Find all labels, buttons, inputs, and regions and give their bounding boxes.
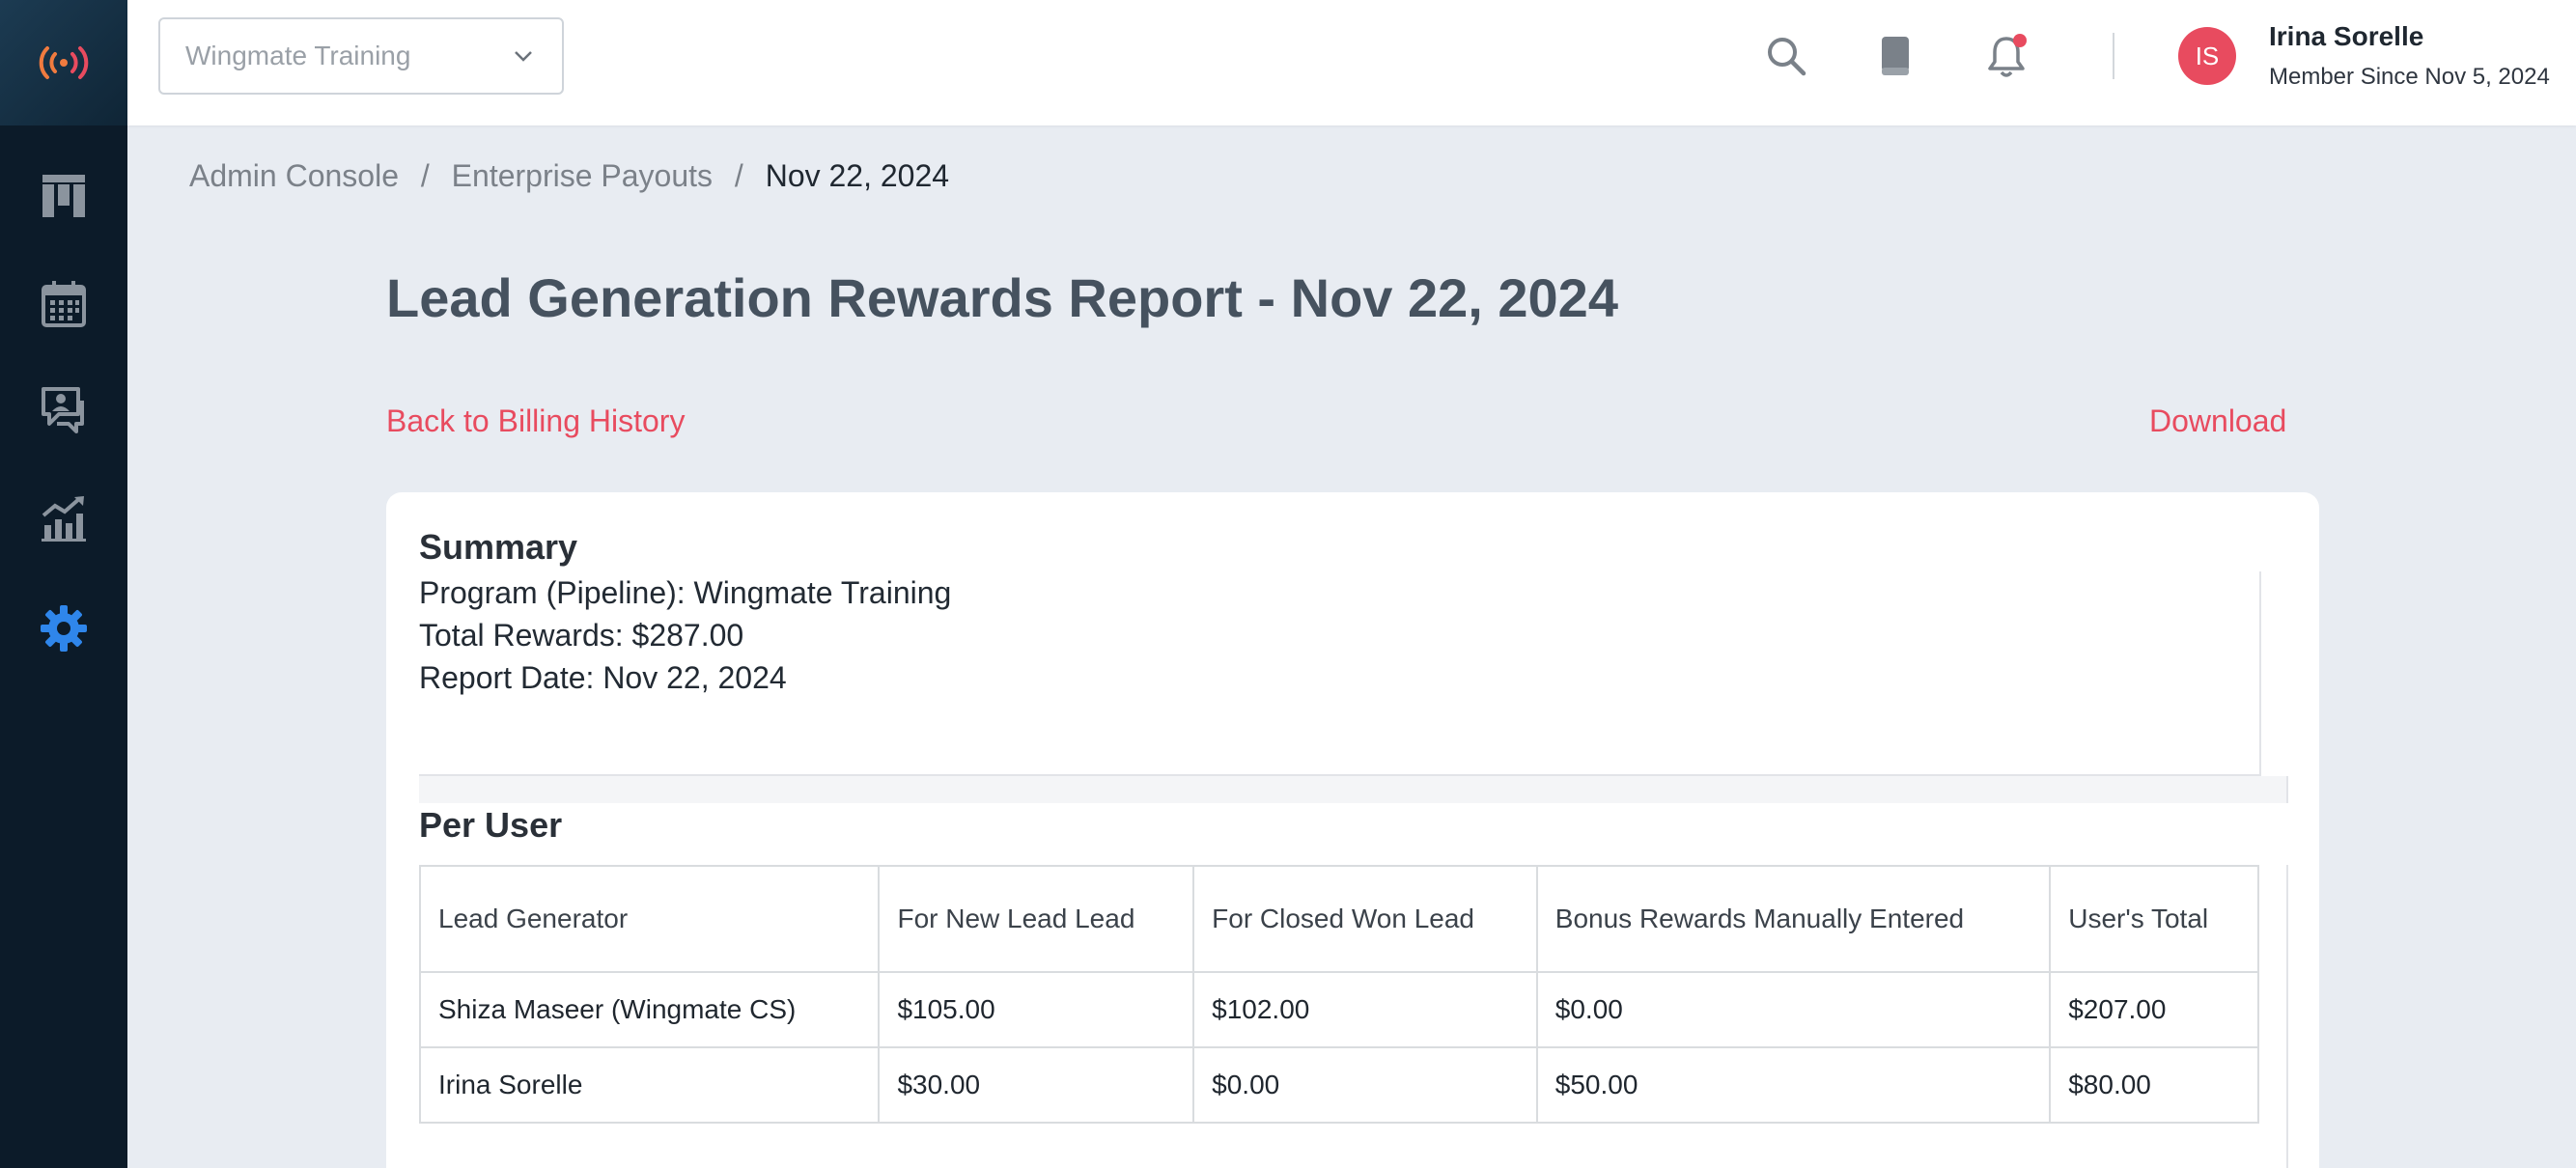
notifications-button[interactable] [1979, 29, 2033, 83]
per-user-table-wrap: Lead Generator For New Lead Lead For Clo… [418, 865, 2288, 1168]
breadcrumb-admin-console[interactable]: Admin Console [189, 158, 399, 193]
cell-bonus-rewards: $50.00 [1535, 1046, 2052, 1124]
book-button[interactable] [1867, 29, 1921, 83]
topbar: Wingmate Training IS Irina Sorelle Membe… [127, 0, 2576, 125]
book-icon [1882, 37, 1909, 75]
logo[interactable] [0, 0, 127, 125]
user-name: Irina Sorelle [2269, 21, 2424, 51]
per-user-table: Lead Generator For New Lead Lead For Clo… [418, 865, 2259, 1124]
download-link[interactable]: Download [2149, 403, 2286, 439]
search-button[interactable] [1759, 29, 1813, 83]
summary-box: Program (Pipeline): Wingmate Training To… [419, 571, 2261, 776]
breadcrumb-separator: / [420, 158, 430, 193]
table-row: Shiza Maseer (Wingmate CS) $105.00 $102.… [418, 971, 2259, 1048]
chart-trend-icon [42, 496, 86, 542]
gear-icon [41, 605, 87, 652]
breadcrumb: Admin Console / Enterprise Payouts / Nov… [189, 158, 949, 194]
bell-icon [1988, 34, 2027, 77]
program-select-value: Wingmate Training [185, 41, 411, 70]
cell-users-total: $80.00 [2049, 1046, 2259, 1124]
cell-lead-generator: Irina Sorelle [418, 1046, 881, 1124]
column-header-closed-won: For Closed Won Lead [1192, 865, 1538, 973]
cell-new-lead: $105.00 [878, 971, 1195, 1048]
sidebar-item-settings[interactable] [0, 585, 127, 672]
report-card: Summary Program (Pipeline): Wingmate Tra… [386, 492, 2319, 1168]
avatar[interactable]: IS [2178, 27, 2236, 85]
table-header-row: Lead Generator For New Lead Lead For Clo… [418, 865, 2259, 973]
calendar-icon [42, 281, 86, 327]
breadcrumb-enterprise-payouts[interactable]: Enterprise Payouts [452, 158, 713, 193]
summary-scroll-strip [419, 776, 2288, 803]
table-row: Irina Sorelle $30.00 $0.00 $50.00 $80.00 [418, 1046, 2259, 1124]
column-header-bonus-rewards: Bonus Rewards Manually Entered [1535, 865, 2052, 973]
back-to-billing-link[interactable]: Back to Billing History [386, 403, 685, 439]
cell-closed-won: $102.00 [1192, 971, 1538, 1048]
sidebar-item-calendar[interactable] [0, 261, 127, 348]
broadcast-signal-icon [39, 46, 89, 79]
sidebar-item-analytics[interactable] [0, 475, 127, 562]
summary-title: Summary [419, 527, 578, 567]
sidebar [0, 0, 127, 1168]
column-header-users-total: User's Total [2049, 865, 2259, 973]
topbar-divider [2113, 33, 2114, 79]
chat-person-icon [42, 387, 84, 433]
kanban-board-icon [42, 175, 85, 217]
summary-report-date: Report Date: Nov 22, 2024 [419, 660, 787, 695]
avatar-initials: IS [2195, 41, 2220, 70]
sidebar-item-chat[interactable] [0, 367, 127, 454]
member-since: Member Since Nov 5, 2024 [2269, 64, 2550, 90]
cell-users-total: $207.00 [2049, 971, 2259, 1048]
summary-total-rewards: Total Rewards: $287.00 [419, 618, 744, 653]
column-header-new-lead: For New Lead Lead [878, 865, 1195, 973]
per-user-title: Per User [419, 805, 563, 845]
cell-bonus-rewards: $0.00 [1535, 971, 2052, 1048]
column-header-lead-generator: Lead Generator [418, 865, 881, 973]
cell-new-lead: $30.00 [878, 1046, 1195, 1124]
chevron-down-icon [515, 51, 532, 62]
cell-lead-generator: Shiza Maseer (Wingmate CS) [418, 971, 881, 1048]
summary-program: Program (Pipeline): Wingmate Training [419, 575, 952, 610]
search-icon [1768, 38, 1806, 76]
breadcrumb-current: Nov 22, 2024 [765, 158, 950, 193]
cell-closed-won: $0.00 [1192, 1046, 1538, 1124]
program-select[interactable]: Wingmate Training [158, 17, 564, 95]
sidebar-item-board[interactable] [0, 153, 127, 239]
page-title: Lead Generation Rewards Report - Nov 22,… [386, 267, 1618, 328]
breadcrumb-separator: / [734, 158, 743, 193]
